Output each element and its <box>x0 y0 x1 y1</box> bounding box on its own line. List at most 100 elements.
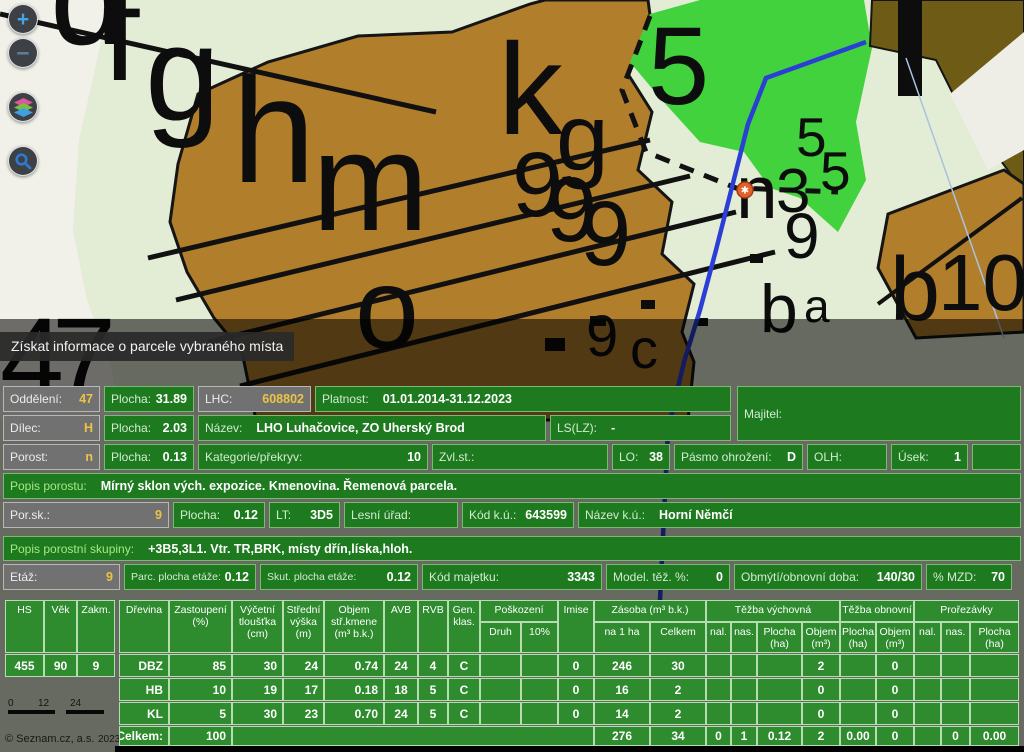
table-row-cell <box>706 678 731 701</box>
field-label: Plocha: <box>111 450 151 464</box>
stand-vek-value: 90 <box>44 654 77 677</box>
colgroup-prorezavky: Prořezávky <box>914 600 1019 622</box>
totals-cell: 100 <box>169 726 232 746</box>
bottom-strip <box>115 746 1024 752</box>
table-row-cell: 19 <box>232 678 283 701</box>
lesni-urad-cell: Lesní úřad: <box>344 502 458 528</box>
table-row-cell <box>941 702 970 725</box>
ls-lz-cell: LS(LZ):- <box>550 415 731 441</box>
table-row-cell <box>706 654 731 677</box>
dilec-cell: Dílec: H <box>3 415 100 441</box>
map-label: 9 <box>580 183 631 285</box>
zoom-out-button[interactable]: − <box>8 38 38 68</box>
map-marker: ✱ <box>737 182 753 198</box>
totals-cell: 0 <box>706 726 731 746</box>
table-row-cell: 30 <box>232 654 283 677</box>
map-label: 10 <box>938 238 1024 327</box>
field-label: Etáž: <box>10 570 37 584</box>
mzd-cell: % MZD:70 <box>926 564 1012 590</box>
search-button[interactable] <box>8 146 38 176</box>
field-label: Kód k.ú.: <box>469 508 516 522</box>
map-label: h <box>232 46 315 214</box>
layers-button[interactable] <box>8 92 38 122</box>
parc-plocha-etaze-cell: Parc. plocha etáže:0.12 <box>124 564 256 590</box>
map-label: m <box>312 103 429 260</box>
colgroup-poskozeni: Poškození <box>480 600 558 622</box>
col-vek: Věk <box>44 600 77 653</box>
nazev-cell: Název:LHO Luhačovice, ZO Uherský Brod <box>198 415 546 441</box>
table-row-cell <box>521 702 558 725</box>
map-label: f <box>102 0 140 109</box>
totals-cell <box>232 726 594 746</box>
col-nas: nas. <box>941 622 970 653</box>
col-10: 10% <box>521 622 558 653</box>
zoom-in-button[interactable]: + <box>8 4 38 34</box>
totals-cell: Celkem: <box>119 726 169 746</box>
table-row-cell <box>970 678 1019 701</box>
col-avb: AVB <box>384 600 418 653</box>
field-label: Dílec: <box>10 421 41 435</box>
popis-porostni-skupiny-cell: Popis porostní skupiny:+3B5,3L1. Vtr. TR… <box>3 536 1021 561</box>
table-row-cell: 23 <box>283 702 324 725</box>
table-row-cell: 16 <box>594 678 650 701</box>
kategorie-prekryv-cell: Kategorie/překryv:10 <box>198 444 428 470</box>
table-row-cell: 5 <box>418 702 448 725</box>
field-value: 31.89 <box>156 392 187 406</box>
table-row-cell: C <box>448 702 480 725</box>
table-row-cell: 0 <box>558 678 594 701</box>
table-row-cell: C <box>448 654 480 677</box>
layers-icon <box>14 98 33 117</box>
map-label: g <box>145 0 220 149</box>
totals-cell <box>914 726 941 746</box>
search-icon <box>14 152 32 170</box>
field-value: 47 <box>79 392 93 406</box>
field-label: Skut. plocha etáže: <box>267 571 356 583</box>
field-value: 0.12 <box>234 508 258 522</box>
table-row-cell <box>480 678 521 701</box>
field-value: 0 <box>716 570 723 584</box>
zvl-st-cell: Zvl.st.: <box>432 444 608 470</box>
table-row-cell: 10 <box>169 678 232 701</box>
field-value: H <box>84 421 93 435</box>
table-row-cell: 17 <box>283 678 324 701</box>
col-na-1-ha: na 1 ha <box>594 622 650 653</box>
obmyti-obnovni-doba-cell: Obmýtí/obnovní doba: 140/30 <box>734 564 922 590</box>
field-value: Horní Němčí <box>659 508 733 522</box>
table-row-cell: KL <box>119 702 169 725</box>
col-objem-m: Objem(m³) <box>876 622 914 653</box>
field-value: 9 <box>106 570 113 584</box>
colgroup-tezba-obnovni: Těžba obnovní <box>840 600 914 622</box>
table-row-cell: 0 <box>558 654 594 677</box>
field-label: Lesní úřad: <box>351 508 411 522</box>
col-objem-m: Objem(m³) <box>802 622 840 653</box>
info-row-popis-porostni-skupiny: Popis porostní skupiny:+3B5,3L1. Vtr. TR… <box>0 536 1024 561</box>
minus-icon: − <box>16 42 29 65</box>
map-label: 5 <box>820 140 851 202</box>
table-row-cell <box>757 654 802 677</box>
field-label: Obmýtí/obnovní doba: <box>741 570 859 584</box>
table-row-cell <box>731 702 757 725</box>
field-value: 70 <box>991 570 1005 584</box>
table-row-cell: 24 <box>384 702 418 725</box>
field-label: LS(LZ): <box>557 421 597 435</box>
info-row-etaz: Etáž: 9 Parc. plocha etáže:0.12 Skut. ploch… <box>0 564 1024 590</box>
field-label: Plocha: <box>111 421 151 435</box>
field-value: 140/30 <box>877 570 915 584</box>
table-row-cell <box>840 702 876 725</box>
table-row-cell: 30 <box>650 654 706 677</box>
col-celkem: Celkem <box>650 622 706 653</box>
field-value: 01.01.2014-31.12.2023 <box>383 392 512 406</box>
totals-cell: 0.00 <box>840 726 876 746</box>
table-row-cell: 0.74 <box>324 654 384 677</box>
col-imise: Imise <box>558 600 594 653</box>
col-zakm: Zakm. <box>77 600 115 653</box>
plocha-cell: Plocha:2.03 <box>104 415 194 441</box>
model-tez-cell: Model. těž. %:0 <box>606 564 730 590</box>
totals-cell: 0 <box>941 726 970 746</box>
field-value: 1 <box>954 450 961 464</box>
lt-cell: LT:3D5 <box>269 502 340 528</box>
table-row-cell: 5 <box>169 702 232 725</box>
field-value: 0.12 <box>225 570 249 584</box>
col-druh: Druh <box>480 622 521 653</box>
table-row-cell <box>914 654 941 677</box>
